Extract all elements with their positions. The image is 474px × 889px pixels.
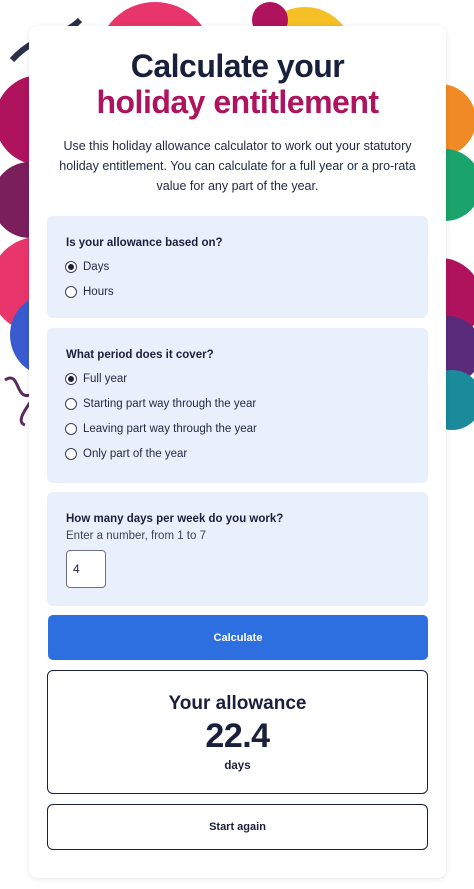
start-again-button[interactable]: Start again	[47, 804, 428, 850]
period-panel: What period does it cover? Full year Sta…	[47, 328, 428, 483]
allowance-basis-panel: Is your allowance based on? Days Hours	[47, 216, 428, 318]
radio-label-days: Days	[83, 261, 110, 273]
basis-option-hours[interactable]: Hours	[65, 284, 114, 300]
period-option-leaving[interactable]: Leaving part way through the year	[65, 421, 257, 437]
radio-label-leaving: Leaving part way through the year	[83, 423, 257, 435]
result-box: Your allowance 22.4 days	[47, 670, 428, 794]
result-value: 22.4	[205, 717, 270, 755]
calculator-card: Calculate your holiday entitlement Use t…	[29, 26, 446, 878]
page-title-line2: holiday entitlement	[96, 84, 379, 120]
page-title-line1: Calculate your	[130, 48, 345, 84]
intro-text: Use this holiday allowance calculator to…	[59, 139, 416, 193]
calculate-button[interactable]: Calculate	[48, 615, 428, 660]
radio-full-year[interactable]	[65, 373, 77, 385]
radio-label-part-year: Only part of the year	[83, 448, 188, 460]
period-option-starting[interactable]: Starting part way through the year	[65, 396, 256, 412]
radio-days[interactable]	[65, 261, 77, 273]
days-per-week-input[interactable]	[66, 550, 106, 588]
radio-label-hours: Hours	[83, 286, 114, 298]
days-per-week-question: How many days per week do you work?	[66, 513, 284, 525]
radio-hours[interactable]	[65, 286, 77, 298]
allowance-basis-question: Is your allowance based on?	[66, 237, 223, 249]
period-option-part-year[interactable]: Only part of the year	[65, 446, 187, 462]
radio-part-year[interactable]	[65, 448, 77, 460]
period-option-full-year[interactable]: Full year	[65, 371, 127, 387]
radio-label-full-year: Full year	[83, 373, 128, 385]
result-unit: days	[224, 760, 251, 772]
days-per-week-panel: How many days per week do you work? Ente…	[47, 492, 428, 606]
period-question: What period does it cover?	[66, 349, 214, 361]
radio-label-starting: Starting part way through the year	[83, 398, 257, 410]
days-per-week-hint: Enter a number, from 1 to 7	[66, 530, 206, 542]
radio-starting[interactable]	[65, 398, 77, 410]
basis-option-days[interactable]: Days	[65, 259, 109, 275]
radio-leaving[interactable]	[65, 423, 77, 435]
result-title: Your allowance	[168, 693, 307, 714]
